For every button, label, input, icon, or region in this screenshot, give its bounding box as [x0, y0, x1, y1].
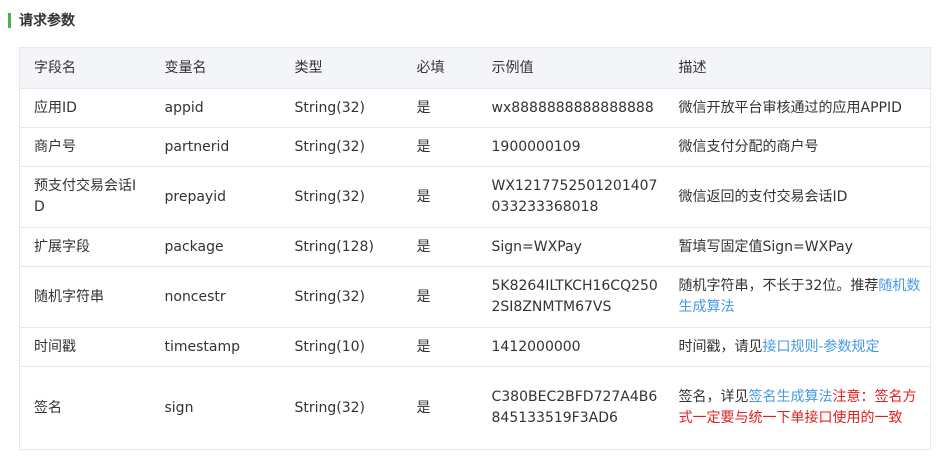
cell-desc: 暂填写固定值Sign=WXPay — [664, 227, 931, 267]
table-row: 预支付交易会话ID prepayid String(32) 是 WX121775… — [19, 166, 931, 228]
cell-type: String(10) — [280, 327, 403, 367]
header-type: 类型 — [280, 47, 403, 89]
cell-type: String(32) — [280, 88, 403, 128]
cell-required: 是 — [402, 266, 478, 328]
cell-var: sign — [150, 366, 281, 450]
cell-example: wx8888888888888888 — [477, 88, 665, 128]
cell-required: 是 — [402, 327, 478, 367]
desc-text: 签名，详见 — [678, 389, 749, 405]
cell-type: String(32) — [280, 166, 403, 228]
desc-text: 随机字符串，不长于32位。推荐 — [678, 278, 879, 294]
request-params-table: 字段名 变量名 类型 必填 示例值 描述 应用ID appid String(3… — [19, 47, 931, 450]
cell-var: timestamp — [150, 327, 281, 367]
table-row: 商户号 partnerid String(32) 是 1900000109 微信… — [19, 127, 931, 167]
table-row: 签名 sign String(32) 是 C380BEC2BFD727A4B68… — [19, 366, 931, 450]
header-required: 必填 — [402, 47, 478, 89]
cell-required: 是 — [402, 127, 478, 167]
cell-desc: 微信开放平台审核通过的应用APPID — [664, 88, 931, 128]
cell-example: WX1217752501201407033233368018 — [477, 166, 665, 228]
header-example: 示例值 — [477, 47, 665, 89]
desc-text: 时间戳，请见 — [678, 338, 763, 355]
cell-required: 是 — [402, 227, 478, 267]
table-row: 应用ID appid String(32) 是 wx88888888888888… — [19, 88, 931, 128]
cell-type: String(32) — [280, 266, 403, 328]
cell-desc: 随机字符串，不长于32位。推荐随机数生成算法 — [664, 266, 931, 328]
cell-desc: 签名，详见签名生成算法注意：签名方式一定要与统一下单接口使用的一致 — [664, 366, 931, 450]
table-row: 随机字符串 noncestr String(32) 是 5K8264ILTKCH… — [19, 266, 931, 328]
interface-rules-link[interactable]: 接口规则-参数规定 — [763, 339, 880, 355]
header-description: 描述 — [664, 47, 931, 89]
cell-desc: 时间戳，请见接口规则-参数规定 — [664, 327, 931, 367]
cell-var: noncestr — [150, 266, 281, 328]
cell-field: 时间戳 — [19, 327, 151, 367]
cell-example: 5K8264ILTKCH16CQ2502SI8ZNMTM67VS — [477, 266, 665, 328]
section-title-text: 请求参数 — [19, 13, 75, 29]
table-header-row: 字段名 变量名 类型 必填 示例值 描述 — [19, 47, 931, 89]
section-title: 请求参数 — [8, 10, 75, 30]
sign-algorithm-link[interactable]: 签名生成算法 — [749, 389, 833, 405]
cell-example: 1900000109 — [477, 127, 665, 167]
cell-type: String(32) — [280, 127, 403, 167]
cell-var: appid — [150, 88, 281, 128]
cell-field: 应用ID — [19, 88, 151, 128]
cell-example: 1412000000 — [477, 327, 665, 367]
header-variable-name: 变量名 — [150, 47, 281, 89]
cell-required: 是 — [402, 166, 478, 228]
cell-example: Sign=WXPay — [477, 227, 665, 267]
cell-required: 是 — [402, 366, 478, 450]
cell-required: 是 — [402, 88, 478, 128]
cell-field: 签名 — [19, 366, 151, 450]
table-row: 时间戳 timestamp String(10) 是 1412000000 时间… — [19, 327, 931, 367]
table-row: 扩展字段 package String(128) 是 Sign=WXPay 暂填… — [19, 227, 931, 267]
cell-desc: 微信返回的支付交易会话ID — [664, 166, 931, 228]
cell-field: 商户号 — [19, 127, 151, 167]
cell-var: package — [150, 227, 281, 267]
cell-example: C380BEC2BFD727A4B6845133519F3AD6 — [477, 366, 665, 450]
section-accent-bar — [8, 12, 11, 28]
cell-field: 随机字符串 — [19, 266, 151, 328]
cell-type: String(128) — [280, 227, 403, 267]
cell-desc: 微信支付分配的商户号 — [664, 127, 931, 167]
cell-field: 扩展字段 — [19, 227, 151, 267]
header-field-name: 字段名 — [19, 47, 151, 89]
cell-type: String(32) — [280, 366, 403, 450]
cell-field: 预支付交易会话ID — [19, 166, 151, 228]
cell-var: prepayid — [150, 166, 281, 228]
cell-var: partnerid — [150, 127, 281, 167]
